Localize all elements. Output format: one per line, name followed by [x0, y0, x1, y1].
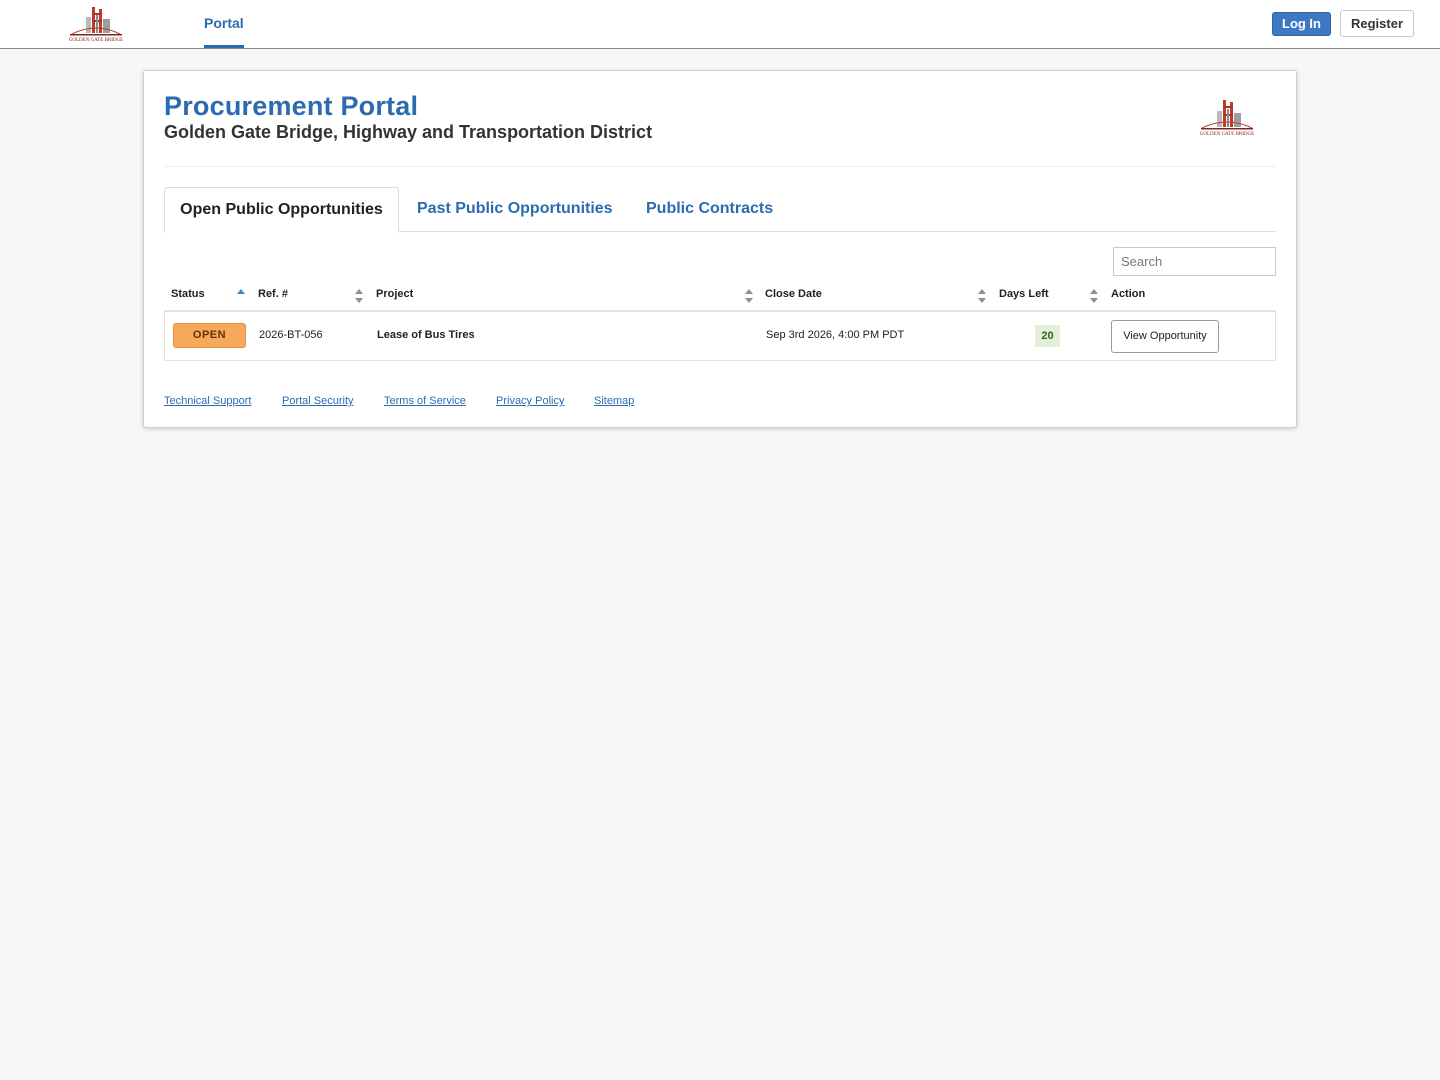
column-header-ref[interactable]: Ref. #: [258, 279, 288, 310]
footer-link-privacy-policy[interactable]: Privacy Policy: [496, 395, 564, 407]
tab-bar: Open Public Opportunities Past Public Op…: [164, 187, 1276, 233]
tab-public-contracts[interactable]: Public Contracts: [646, 187, 773, 232]
login-button[interactable]: Log In: [1272, 12, 1331, 36]
column-header-action: Action: [1111, 288, 1146, 300]
view-opportunity-button[interactable]: View Opportunity: [1111, 320, 1219, 353]
tab-open-public-opportunities[interactable]: Open Public Opportunities: [164, 187, 399, 233]
golden-gate-bridge-logo-icon: GOLDEN GATE BRIDGE: [1200, 100, 1254, 137]
ref-number: 2026-BT-056: [259, 329, 323, 341]
days-left-badge: 20: [1035, 325, 1060, 347]
column-header-days-left[interactable]: Days Left: [999, 279, 1049, 310]
status-badge: OPEN: [173, 323, 246, 348]
page-title: Procurement Portal: [164, 91, 419, 121]
column-header-status[interactable]: Status: [171, 279, 205, 310]
register-button[interactable]: Register: [1340, 10, 1414, 37]
header-divider: [164, 166, 1276, 167]
footer-link-technical-support[interactable]: Technical Support: [164, 395, 251, 407]
column-header-close-date[interactable]: Close Date: [765, 279, 822, 310]
nav-portal-link[interactable]: Portal: [204, 0, 244, 48]
sort-icon[interactable]: [1090, 289, 1098, 303]
table-header: Status Ref. # Project Close Date Days Le…: [164, 279, 1276, 312]
close-date: Sep 3rd 2026, 4:00 PM PDT: [766, 329, 905, 341]
sort-icon[interactable]: [745, 289, 753, 303]
portal-card: Procurement Portal Golden Gate Bridge, H…: [143, 70, 1297, 428]
golden-gate-bridge-logo-icon: GOLDEN GATE BRIDGE: [69, 7, 123, 43]
brand-logo[interactable]: GOLDEN GATE BRIDGE: [68, 4, 124, 44]
project-name: Lease of Bus Tires: [377, 329, 475, 341]
search-input[interactable]: [1113, 247, 1276, 276]
page-subtitle: Golden Gate Bridge, Highway and Transpor…: [164, 122, 653, 142]
footer-link-terms-of-service[interactable]: Terms of Service: [384, 395, 466, 407]
footer-link-sitemap[interactable]: Sitemap: [594, 395, 634, 407]
column-header-project[interactable]: Project: [376, 279, 413, 310]
svg-text:GOLDEN GATE BRIDGE: GOLDEN GATE BRIDGE: [69, 38, 123, 43]
table-row: OPEN 2026-BT-056 Lease of Bus Tires Sep …: [164, 312, 1276, 361]
sort-icon[interactable]: [355, 289, 363, 303]
top-navbar: GOLDEN GATE BRIDGE Portal Log In Registe…: [0, 0, 1440, 49]
svg-text:GOLDEN GATE BRIDGE: GOLDEN GATE BRIDGE: [1200, 132, 1254, 137]
footer-link-portal-security[interactable]: Portal Security: [282, 395, 354, 407]
sort-ascending-icon[interactable]: [237, 289, 245, 303]
organization-logo: GOLDEN GATE BRIDGE: [1198, 97, 1256, 139]
tab-past-public-opportunities[interactable]: Past Public Opportunities: [417, 187, 613, 232]
sort-icon[interactable]: [978, 289, 986, 303]
